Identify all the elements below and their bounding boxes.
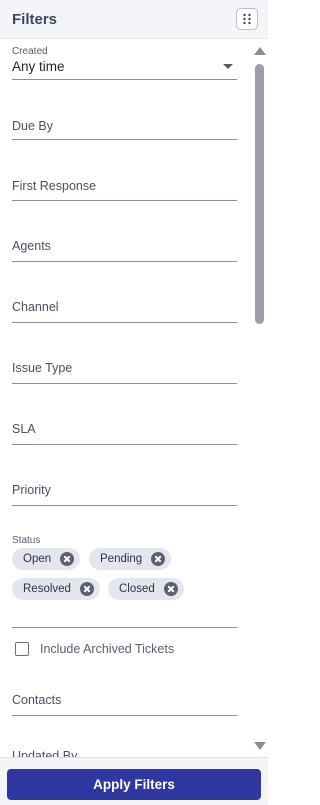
first-response-field[interactable]: First Response [12,162,237,201]
first-response-label: First Response [12,179,97,193]
issue-type-label: Issue Type [12,361,73,375]
grid-dots-icon[interactable] [236,8,258,30]
updated-by-field[interactable]: Updated By [12,738,237,757]
created-label: Created [12,46,48,57]
close-icon[interactable] [79,582,94,596]
chip-label: Open [23,553,52,565]
chip-label: Pending [100,553,143,565]
include-archived-checkbox[interactable] [15,642,29,656]
chip-label: Resolved [23,583,71,595]
contacts-field[interactable]: Contacts [12,677,237,716]
issue-type-field[interactable]: Issue Type [12,345,237,384]
channel-label: Channel [12,300,59,314]
priority-field[interactable]: Priority [12,467,237,506]
due-by-field[interactable]: Due By [12,101,237,140]
close-icon[interactable] [60,552,75,566]
vertical-scrollbar[interactable] [253,39,268,757]
filters-scroll-area[interactable]: Created Any time Due By First Response A… [0,39,268,757]
chevron-down-icon[interactable] [223,64,233,69]
close-icon[interactable] [163,582,178,596]
include-archived-row[interactable]: Include Archived Tickets [15,642,174,656]
due-by-label: Due By [12,119,53,133]
created-value: Any time [12,59,65,74]
panel-title: Filters [12,10,58,28]
filters-footer: Apply Filters [0,757,268,805]
close-icon[interactable] [151,552,166,566]
status-chip-pending[interactable]: Pending [89,548,172,570]
status-chip-closed[interactable]: Closed [108,578,184,600]
contacts-label: Contacts [12,693,62,707]
scroll-up-arrow-icon[interactable] [254,47,266,55]
agents-field[interactable]: Agents [12,223,237,262]
scroll-down-arrow-icon[interactable] [254,742,266,750]
apply-filters-button[interactable]: Apply Filters [7,769,261,800]
include-archived-label: Include Archived Tickets [40,642,175,656]
grid-dots-glyph [243,13,251,25]
channel-field[interactable]: Channel [12,284,237,323]
sla-label: SLA [12,422,36,436]
sla-field[interactable]: SLA [12,406,237,445]
status-label: Status [12,535,41,546]
scrollbar-thumb[interactable] [255,64,264,324]
status-chip-resolved[interactable]: Resolved [12,578,100,600]
agents-label: Agents [12,239,51,253]
status-chip-open[interactable]: Open [12,548,81,570]
updated-by-label: Updated By [12,749,78,757]
status-field[interactable]: Status Open Pending Resolved Closed [12,528,237,628]
filters-header: Filters [0,0,268,39]
created-select[interactable]: Created Any time [12,41,237,80]
priority-label: Priority [12,483,51,497]
chip-label: Closed [119,583,155,595]
